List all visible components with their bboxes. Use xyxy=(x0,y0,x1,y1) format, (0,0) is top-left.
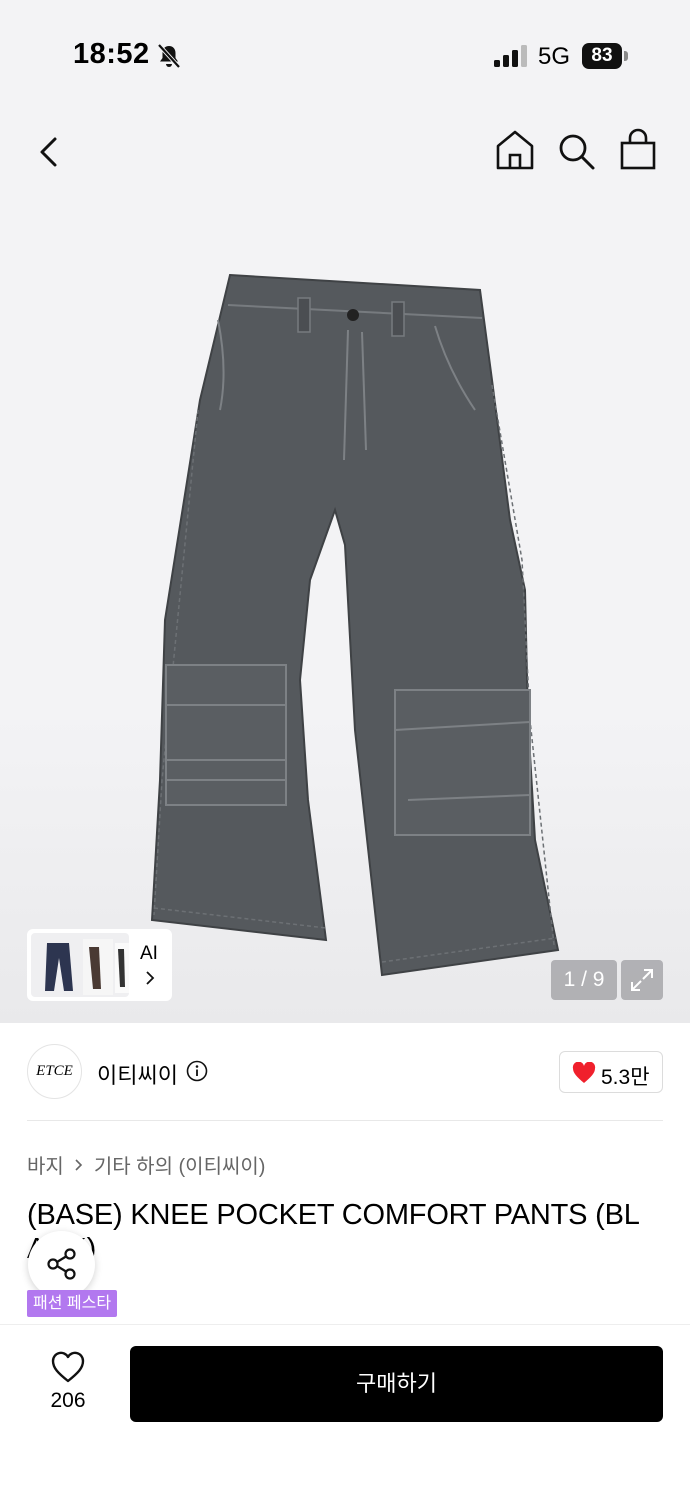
wishlist-count: 206 xyxy=(50,1389,86,1412)
back-arrow-icon[interactable] xyxy=(28,130,72,174)
breadcrumb: 바지 기타 하의 (이티씨이) xyxy=(27,1150,266,1178)
shopping-bag-icon[interactable] xyxy=(617,128,659,172)
image-page-indicator: 1 / 9 xyxy=(551,960,617,1000)
expand-icon xyxy=(631,969,653,991)
chevron-right-icon xyxy=(75,1158,82,1171)
divider xyxy=(27,1120,663,1121)
brand-like-count: 5.3만 xyxy=(601,1066,650,1089)
chevron-right-icon xyxy=(146,971,155,985)
brand-row[interactable]: ETCE 이티씨이 5.3만 xyxy=(0,1023,690,1121)
product-title-line1: (BASE) KNEE POCKET COMFORT PANTS (BL xyxy=(27,1199,640,1231)
info-icon[interactable] xyxy=(186,1060,208,1082)
heart-outline-icon[interactable] xyxy=(50,1350,86,1384)
heart-filled-icon xyxy=(572,1062,596,1083)
bell-muted-icon xyxy=(157,43,181,69)
product-image-gallery[interactable]: 18:52 5G 83 AI 1 / 9 xyxy=(0,0,690,1023)
ai-label: AI xyxy=(140,943,158,964)
breadcrumb-subcategory[interactable]: 기타 하의 (이티씨이) xyxy=(94,1156,266,1178)
search-icon[interactable] xyxy=(555,130,597,172)
promo-badge: 패션 페스타 xyxy=(27,1290,118,1317)
battery-icon: 83 xyxy=(582,43,628,69)
expand-image-button[interactable] xyxy=(621,960,663,1000)
brand-logo[interactable]: ETCE xyxy=(27,1044,82,1099)
network-label: 5G xyxy=(538,43,571,70)
share-button[interactable] xyxy=(28,1231,95,1298)
brand-like-button[interactable]: 5.3만 xyxy=(559,1051,663,1093)
share-icon xyxy=(47,1248,76,1280)
product-photo-pants xyxy=(150,273,560,977)
product-title: (BASE) KNEE POCKET COMFORT PANTS (BL xyxy=(27,1197,667,1277)
ai-thumbnail-images xyxy=(31,933,129,997)
status-time: 18:52 xyxy=(73,38,150,70)
ai-styling-button[interactable]: AI xyxy=(27,929,172,1001)
breadcrumb-category[interactable]: 바지 xyxy=(27,1156,64,1178)
signal-icon xyxy=(494,45,527,67)
status-bar: 18:52 5G 83 xyxy=(0,0,690,110)
bottom-action-bar: 206 구매하기 xyxy=(0,1324,690,1500)
brand-name[interactable]: 이티씨이 xyxy=(97,1058,178,1090)
buy-button[interactable]: 구매하기 xyxy=(130,1346,663,1422)
home-icon[interactable] xyxy=(494,128,536,172)
battery-level: 83 xyxy=(582,43,622,69)
